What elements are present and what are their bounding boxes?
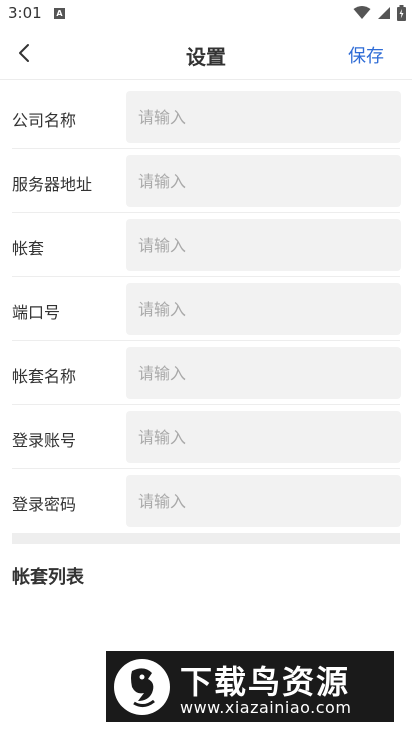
login-password-input[interactable] <box>126 475 401 527</box>
form-row-login-password: 登录密码 <box>12 469 401 533</box>
account-set-input[interactable] <box>126 219 401 271</box>
login-password-label: 登录密码 <box>12 495 77 514</box>
signal-icon <box>378 7 390 19</box>
account-set-list-title: 帐套列表 <box>12 567 84 588</box>
port-input[interactable] <box>126 283 401 335</box>
status-icons <box>353 5 406 21</box>
server-address-label: 服务器地址 <box>12 175 93 194</box>
section-divider <box>12 533 400 544</box>
company-name-input[interactable] <box>126 91 401 143</box>
save-button[interactable]: 保存 <box>348 42 384 68</box>
form-row-account-set-name: 帐套名称 <box>12 341 401 405</box>
account-set-name-label: 帐套名称 <box>12 367 77 386</box>
notification-icon: A <box>54 8 65 19</box>
status-bar: 3:01 A <box>0 0 412 28</box>
port-label: 端口号 <box>12 303 61 322</box>
login-account-label: 登录账号 <box>12 431 77 450</box>
wifi-icon <box>353 6 371 19</box>
form-row-account-set: 帐套 <box>12 213 401 277</box>
watermark-title: 下载鸟资源 <box>180 663 351 701</box>
bird-logo-icon <box>114 659 170 715</box>
form-row-port: 端口号 <box>12 277 401 341</box>
account-set-label: 帐套 <box>12 239 45 258</box>
form-row-login-account: 登录账号 <box>12 405 401 469</box>
form-row-company-name: 公司名称 <box>12 85 401 149</box>
status-time: 3:01 <box>8 4 42 22</box>
battery-icon <box>397 5 406 21</box>
account-set-name-input[interactable] <box>126 347 401 399</box>
settings-form: 公司名称 服务器地址 帐套 端口号 帐套名称 登录账号 登录密码 <box>0 85 412 533</box>
company-name-label: 公司名称 <box>12 111 77 130</box>
login-account-input[interactable] <box>126 411 401 463</box>
app-bar: 设置 保存 <box>0 28 412 80</box>
watermark-url: www.xiazainiao.com <box>180 698 352 717</box>
server-address-input[interactable] <box>126 155 401 207</box>
form-row-server-address: 服务器地址 <box>12 149 401 213</box>
watermark: 下载鸟资源 www.xiazainiao.com <box>106 651 394 722</box>
